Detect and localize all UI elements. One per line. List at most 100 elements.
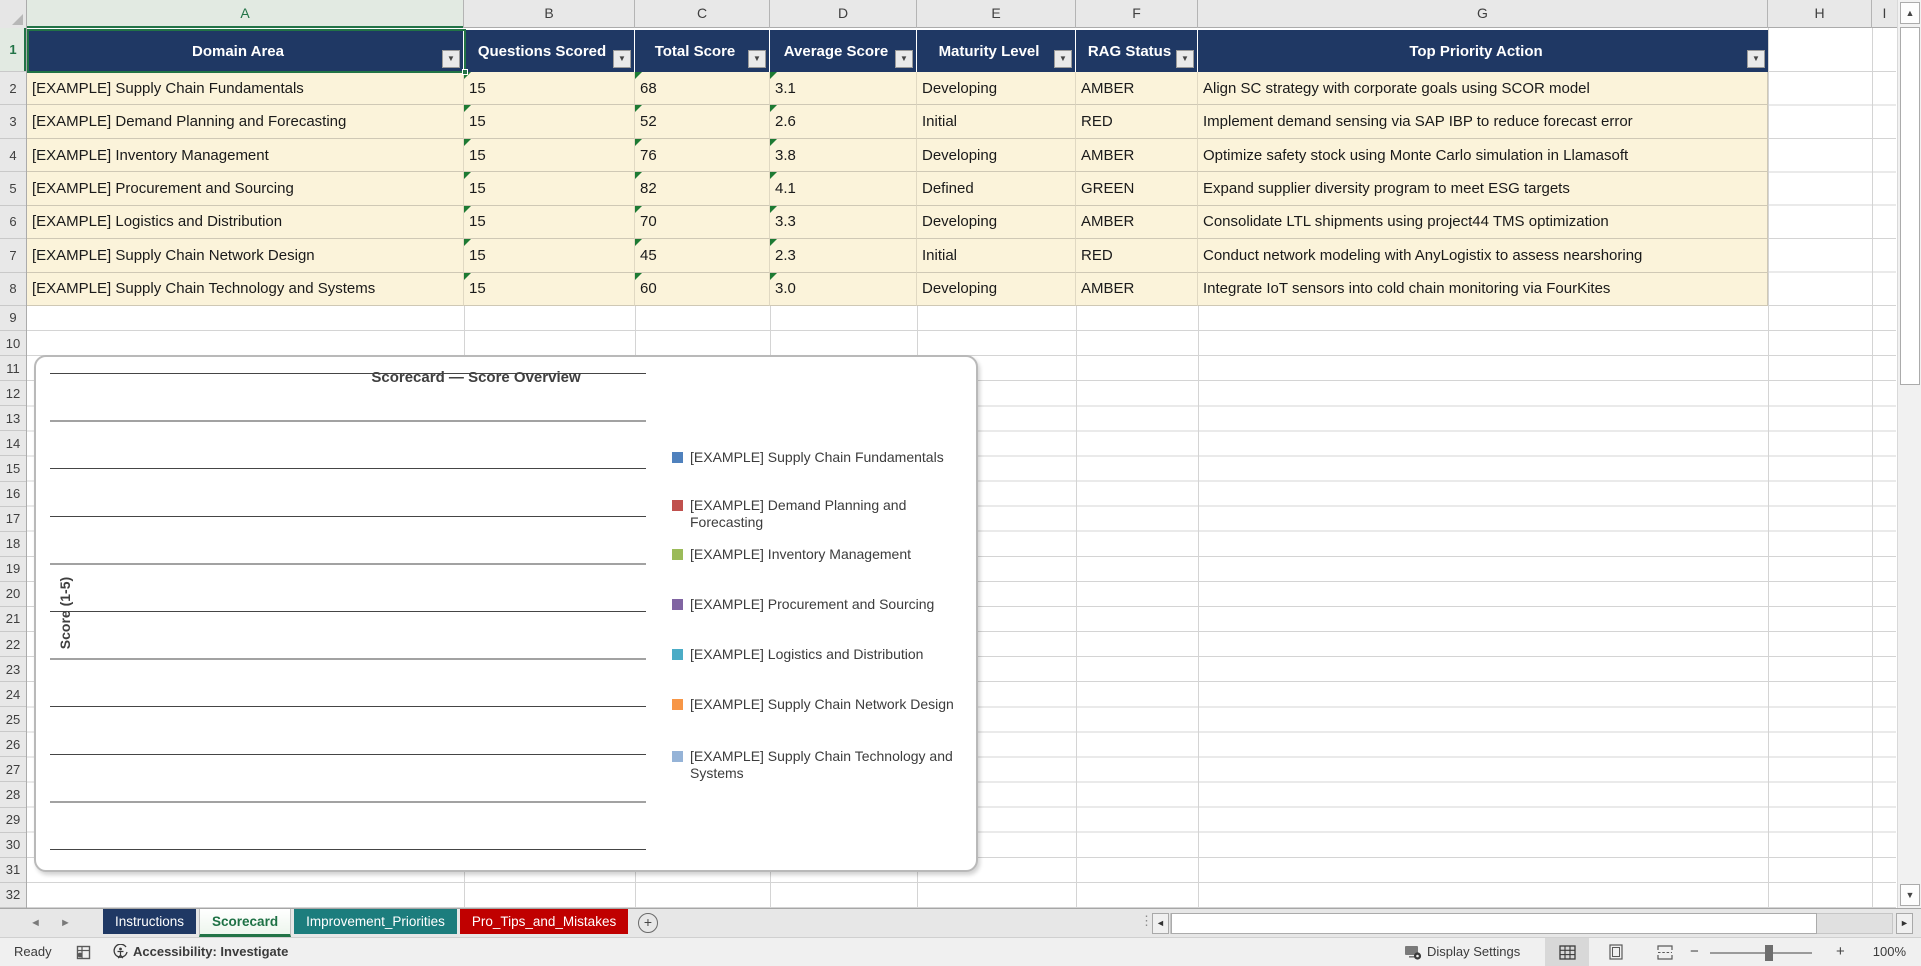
column-letter[interactable]: G bbox=[1198, 0, 1768, 28]
row-number[interactable]: 26 bbox=[0, 732, 26, 758]
cell-domain-area[interactable]: [EXAMPLE] Supply Chain Network Design bbox=[27, 239, 464, 273]
sheet-tab[interactable]: Improvement_Priorities bbox=[294, 909, 457, 934]
row-number[interactable]: 2 bbox=[0, 72, 26, 106]
cell-average-score[interactable]: 2.6 bbox=[770, 105, 917, 139]
cell-domain-area[interactable]: [EXAMPLE] Supply Chain Technology and Sy… bbox=[27, 272, 464, 306]
row-number[interactable]: 7 bbox=[0, 239, 26, 273]
cell-top-priority-action[interactable]: Align SC strategy with corporate goals u… bbox=[1198, 72, 1768, 106]
row-number[interactable]: 18 bbox=[0, 532, 26, 557]
cell-rag-status[interactable]: RED bbox=[1076, 105, 1198, 139]
cell-maturity-level[interactable]: Developing bbox=[917, 72, 1076, 106]
cell-top-priority-action[interactable]: Optimize safety stock using Monte Carlo … bbox=[1198, 138, 1768, 173]
table-header-cell[interactable]: Top Priority Action ▼ bbox=[1198, 30, 1768, 72]
cell-maturity-level[interactable]: Developing bbox=[917, 272, 1076, 306]
table-header-cell[interactable]: Average Score ▼ bbox=[770, 30, 917, 72]
add-sheet-icon[interactable]: + bbox=[638, 913, 658, 933]
filter-dropdown-icon[interactable]: ▼ bbox=[613, 50, 631, 68]
accessibility-status[interactable]: Accessibility: Investigate bbox=[133, 944, 288, 959]
row-number[interactable]: 4 bbox=[0, 139, 26, 173]
cell-domain-area[interactable]: [EXAMPLE] Inventory Management bbox=[27, 138, 464, 173]
cell-questions-scored[interactable]: 15 bbox=[464, 105, 635, 139]
zoom-out-icon[interactable]: − bbox=[1690, 943, 1699, 960]
page-layout-view-icon[interactable] bbox=[1594, 938, 1638, 966]
hscroll-right-icon[interactable]: ► bbox=[1896, 913, 1913, 934]
cell-average-score[interactable]: 3.0 bbox=[770, 272, 917, 306]
cell-domain-area[interactable]: [EXAMPLE] Supply Chain Fundamentals bbox=[27, 72, 464, 106]
scroll-down-icon[interactable]: ▼ bbox=[1900, 884, 1920, 906]
cell-top-priority-action[interactable]: Consolidate LTL shipments using project4… bbox=[1198, 205, 1768, 240]
cell-rag-status[interactable]: AMBER bbox=[1076, 205, 1198, 240]
vertical-scrollbar[interactable]: ▲ ▼ bbox=[1897, 0, 1921, 908]
cell-total-score[interactable]: 70 bbox=[635, 205, 770, 240]
cell-questions-scored[interactable]: 15 bbox=[464, 239, 635, 273]
cell-questions-scored[interactable]: 15 bbox=[464, 72, 635, 106]
zoom-slider-thumb[interactable] bbox=[1765, 944, 1773, 961]
row-number[interactable]: 28 bbox=[0, 782, 26, 808]
row-number[interactable]: 13 bbox=[0, 406, 26, 432]
sheet-tab[interactable]: Scorecard bbox=[199, 909, 292, 937]
column-letter[interactable]: B bbox=[464, 0, 635, 28]
row-number[interactable]: 10 bbox=[0, 331, 26, 357]
cell-top-priority-action[interactable]: Conduct network modeling with AnyLogisti… bbox=[1198, 239, 1768, 273]
row-number[interactable]: 27 bbox=[0, 757, 26, 783]
cell-questions-scored[interactable]: 15 bbox=[464, 138, 635, 173]
normal-view-icon[interactable] bbox=[1545, 938, 1589, 966]
cell-top-priority-action[interactable]: Expand supplier diversity program to mee… bbox=[1198, 172, 1768, 206]
cell-questions-scored[interactable]: 15 bbox=[464, 205, 635, 240]
scroll-up-icon[interactable]: ▲ bbox=[1900, 2, 1920, 24]
sheet-tab[interactable]: Pro_Tips_and_Mistakes bbox=[459, 909, 629, 934]
zoom-in-icon[interactable]: + bbox=[1836, 943, 1845, 960]
cell-domain-area[interactable]: [EXAMPLE] Demand Planning and Forecastin… bbox=[27, 105, 464, 139]
row-number[interactable]: 1 bbox=[0, 28, 26, 72]
row-number[interactable]: 23 bbox=[0, 657, 26, 683]
filter-dropdown-icon[interactable]: ▼ bbox=[1176, 50, 1194, 68]
row-number[interactable]: 29 bbox=[0, 808, 26, 833]
cell-questions-scored[interactable]: 15 bbox=[464, 172, 635, 206]
filter-dropdown-icon[interactable]: ▼ bbox=[1054, 50, 1072, 68]
row-number[interactable]: 11 bbox=[0, 356, 26, 382]
cell-domain-area[interactable]: [EXAMPLE] Logistics and Distribution bbox=[27, 205, 464, 240]
column-letter[interactable]: C bbox=[635, 0, 770, 28]
cell-total-score[interactable]: 82 bbox=[635, 172, 770, 206]
cell-total-score[interactable]: 45 bbox=[635, 239, 770, 273]
column-letter[interactable]: I bbox=[1872, 0, 1897, 28]
cell-rag-status[interactable]: GREEN bbox=[1076, 172, 1198, 206]
row-number[interactable]: 15 bbox=[0, 456, 26, 482]
row-number[interactable]: 30 bbox=[0, 833, 26, 858]
filter-dropdown-icon[interactable]: ▼ bbox=[895, 50, 913, 68]
cell-maturity-level[interactable]: Developing bbox=[917, 205, 1076, 240]
sheet-tab[interactable]: Instructions bbox=[103, 909, 197, 934]
table-header-cell[interactable]: Total Score ▼ bbox=[635, 30, 770, 72]
cell-average-score[interactable]: 3.3 bbox=[770, 205, 917, 240]
chart-object[interactable]: Scorecard — Score Overview Score (1-5) [… bbox=[34, 355, 978, 872]
hscroll-left-icon[interactable]: ◄ bbox=[1152, 913, 1169, 934]
cell-domain-area[interactable]: [EXAMPLE] Procurement and Sourcing bbox=[27, 172, 464, 206]
cell-top-priority-action[interactable]: Integrate IoT sensors into cold chain mo… bbox=[1198, 272, 1768, 306]
column-letter[interactable]: F bbox=[1076, 0, 1198, 28]
cell-total-score[interactable]: 76 bbox=[635, 138, 770, 173]
select-all-corner[interactable] bbox=[0, 0, 27, 28]
row-number[interactable]: 9 bbox=[0, 306, 26, 332]
cell-top-priority-action[interactable]: Implement demand sensing via SAP IBP to … bbox=[1198, 105, 1768, 139]
zoom-slider[interactable] bbox=[1710, 944, 1812, 961]
cell-average-score[interactable]: 3.8 bbox=[770, 138, 917, 173]
column-letter[interactable]: H bbox=[1768, 0, 1872, 28]
row-number[interactable]: 19 bbox=[0, 557, 26, 582]
table-header-cell[interactable]: Questions Scored ▼ bbox=[464, 30, 635, 72]
horizontal-scrollbar-thumb[interactable] bbox=[1171, 913, 1817, 934]
cell-maturity-level[interactable]: Developing bbox=[917, 138, 1076, 173]
row-number[interactable]: 3 bbox=[0, 105, 26, 139]
display-settings-button[interactable]: Display Settings bbox=[1427, 944, 1520, 959]
cell-rag-status[interactable]: AMBER bbox=[1076, 272, 1198, 306]
row-number[interactable]: 14 bbox=[0, 431, 26, 457]
macro-record-icon[interactable] bbox=[76, 945, 91, 960]
table-header-cell[interactable]: Domain Area ▼ bbox=[27, 30, 464, 72]
cell-total-score[interactable]: 68 bbox=[635, 72, 770, 106]
row-number[interactable]: 24 bbox=[0, 682, 26, 708]
vertical-scrollbar-thumb[interactable] bbox=[1900, 27, 1920, 385]
cell-average-score[interactable]: 2.3 bbox=[770, 239, 917, 273]
row-number[interactable]: 17 bbox=[0, 507, 26, 532]
row-number[interactable]: 21 bbox=[0, 607, 26, 632]
row-number[interactable]: 8 bbox=[0, 273, 26, 306]
sheet-nav-right-icon[interactable]: ► bbox=[60, 917, 71, 929]
